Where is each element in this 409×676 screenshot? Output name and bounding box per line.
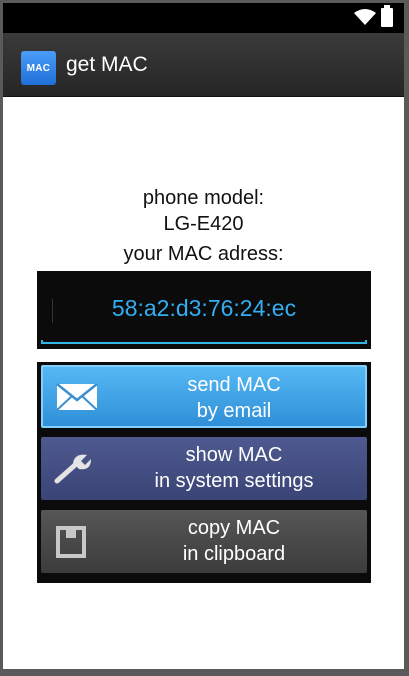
wifi-icon bbox=[354, 9, 376, 25]
settings-button-line2: in system settings bbox=[154, 470, 314, 492]
field-underline bbox=[41, 340, 367, 344]
clipboard-icon bbox=[56, 526, 86, 558]
phone-screen: MAC get MAC phone model: LG-E420 your MA… bbox=[3, 3, 404, 669]
settings-button-line1: show MAC bbox=[185, 444, 283, 466]
app-title: get MAC bbox=[66, 53, 148, 76]
status-bar bbox=[3, 3, 404, 33]
email-button-line2: by email bbox=[196, 400, 272, 422]
envelope-icon bbox=[56, 383, 98, 411]
copy-mac-to-clipboard-button[interactable]: copy MAC in clipboard bbox=[41, 510, 367, 573]
send-mac-by-email-button[interactable]: send MAC by email bbox=[41, 365, 367, 428]
wrench-icon bbox=[54, 454, 91, 484]
phone-model-value: LG-E420 bbox=[163, 213, 244, 235]
show-mac-in-settings-button[interactable]: show MAC in system settings bbox=[41, 437, 367, 500]
copy-button-line2: in clipboard bbox=[182, 543, 286, 565]
battery-icon bbox=[381, 5, 393, 27]
phone-model-label: phone model: bbox=[142, 187, 265, 209]
action-bar: MAC get MAC bbox=[3, 33, 404, 97]
mac-address-value: 58:a2:d3:76:24:ec bbox=[111, 295, 297, 321]
action-buttons-panel: send MAC by email show MAC in system set… bbox=[37, 362, 371, 583]
mac-address-field[interactable]: 58:a2:d3:76:24:ec bbox=[37, 271, 371, 349]
app-icon: MAC bbox=[21, 51, 56, 85]
copy-button-line1: copy MAC bbox=[187, 517, 281, 539]
mac-address-label: your MAC adress: bbox=[123, 243, 284, 265]
email-button-line1: send MAC bbox=[187, 374, 281, 396]
main-content: phone model: LG-E420 your MAC adress: 58… bbox=[3, 97, 404, 669]
